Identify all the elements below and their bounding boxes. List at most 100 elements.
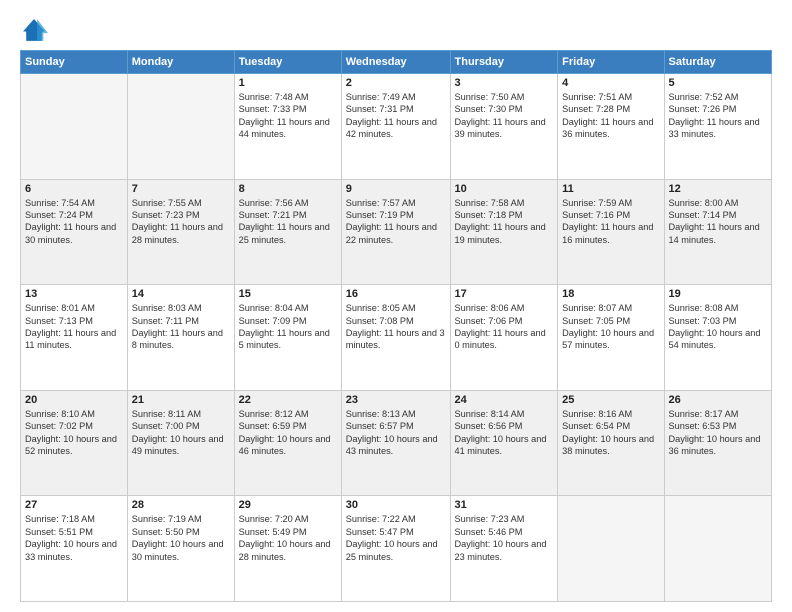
day-info: Sunrise: 8:10 AM Sunset: 7:02 PM Dayligh… [25,408,123,458]
day-number: 15 [239,288,337,300]
day-info: Sunrise: 8:16 AM Sunset: 6:54 PM Dayligh… [562,408,659,458]
day-info: Sunrise: 8:13 AM Sunset: 6:57 PM Dayligh… [346,408,446,458]
calendar-cell: 14 Sunrise: 8:03 AM Sunset: 7:11 PM Dayli… [127,285,234,391]
calendar-cell: 22 Sunrise: 8:12 AM Sunset: 6:59 PM Dayli… [234,390,341,496]
day-number: 6 [25,183,123,195]
day-info: Sunrise: 7:20 AM Sunset: 5:49 PM Dayligh… [239,513,337,563]
day-info: Sunrise: 8:12 AM Sunset: 6:59 PM Dayligh… [239,408,337,458]
day-number: 22 [239,394,337,406]
day-info: Sunrise: 7:48 AM Sunset: 7:33 PM Dayligh… [239,91,337,141]
calendar-table: SundayMondayTuesdayWednesdayThursdayFrid… [20,50,772,602]
calendar-cell: 16 Sunrise: 8:05 AM Sunset: 7:08 PM Dayli… [341,285,450,391]
calendar-cell: 20 Sunrise: 8:10 AM Sunset: 7:02 PM Dayli… [21,390,128,496]
calendar-cell: 28Sunrise: 7:19 AM Sunset: 5:50 PM Dayli… [127,496,234,602]
day-number: 2 [346,77,446,89]
calendar-cell: 27 Sunrise: 7:18 AM Sunset: 5:51 PM Dayli… [21,496,128,602]
calendar-cell [558,496,664,602]
calendar-header-saturday: Saturday [664,51,772,74]
day-info: Sunrise: 8:04 AM Sunset: 7:09 PM Dayligh… [239,302,337,352]
calendar-cell: 19 Sunrise: 8:08 AM Sunset: 7:03 PM Dayli… [664,285,772,391]
day-number: 17 [455,288,554,300]
day-number: 31 [455,499,554,511]
day-number: 26 [669,394,768,406]
day-number: 23 [346,394,446,406]
day-number: 20 [25,394,123,406]
calendar-cell: 10 Sunrise: 7:58 AM Sunset: 7:18 PM Dayli… [450,179,558,285]
day-number: 19 [669,288,768,300]
calendar-header-thursday: Thursday [450,51,558,74]
logo-icon [20,16,48,44]
day-info: Sunrise: 8:05 AM Sunset: 7:08 PM Dayligh… [346,302,446,352]
calendar-cell: 5 Sunrise: 7:52 AM Sunset: 7:26 PM Daylig… [664,74,772,180]
calendar-cell: 26 Sunrise: 8:17 AM Sunset: 6:53 PM Dayli… [664,390,772,496]
day-number: 30 [346,499,446,511]
calendar-cell: 2Sunrise: 7:49 AM Sunset: 7:31 PM Daylig… [341,74,450,180]
calendar-cell: 15 Sunrise: 8:04 AM Sunset: 7:09 PM Dayli… [234,285,341,391]
calendar-cell: 23 Sunrise: 8:13 AM Sunset: 6:57 PM Dayli… [341,390,450,496]
day-number: 5 [669,77,768,89]
calendar-cell [664,496,772,602]
calendar-cell: 11 Sunrise: 7:59 AM Sunset: 7:16 PM Dayli… [558,179,664,285]
calendar-cell: 6 Sunrise: 7:54 AM Sunset: 7:24 PM Daylig… [21,179,128,285]
calendar-header-sunday: Sunday [21,51,128,74]
calendar-cell: 29 Sunrise: 7:20 AM Sunset: 5:49 PM Dayli… [234,496,341,602]
day-info: Sunrise: 8:08 AM Sunset: 7:03 PM Dayligh… [669,302,768,352]
day-info: Sunrise: 8:03 AM Sunset: 7:11 PM Dayligh… [132,302,230,352]
calendar-header-wednesday: Wednesday [341,51,450,74]
day-info: Sunrise: 7:18 AM Sunset: 5:51 PM Dayligh… [25,513,123,563]
day-number: 16 [346,288,446,300]
day-number: 4 [562,77,659,89]
day-number: 29 [239,499,337,511]
calendar-header-monday: Monday [127,51,234,74]
calendar-cell: 4 Sunrise: 7:51 AM Sunset: 7:28 PM Daylig… [558,74,664,180]
day-info: Sunrise: 7:19 AM Sunset: 5:50 PM Dayligh… [132,513,230,563]
day-info: Sunrise: 7:58 AM Sunset: 7:18 PM Dayligh… [455,197,554,247]
day-number: 10 [455,183,554,195]
day-number: 1 [239,77,337,89]
calendar-week-0: 1 Sunrise: 7:48 AM Sunset: 7:33 PM Daylig… [21,74,772,180]
day-info: Sunrise: 7:59 AM Sunset: 7:16 PM Dayligh… [562,197,659,247]
calendar-header-tuesday: Tuesday [234,51,341,74]
calendar-cell: 31 Sunrise: 7:23 AM Sunset: 5:46 PM Dayli… [450,496,558,602]
calendar-cell: 1 Sunrise: 7:48 AM Sunset: 7:33 PM Daylig… [234,74,341,180]
day-info: Sunrise: 7:23 AM Sunset: 5:46 PM Dayligh… [455,513,554,563]
calendar-cell: 13Sunrise: 8:01 AM Sunset: 7:13 PM Dayli… [21,285,128,391]
day-info: Sunrise: 7:57 AM Sunset: 7:19 PM Dayligh… [346,197,446,247]
calendar-cell: 9 Sunrise: 7:57 AM Sunset: 7:19 PM Daylig… [341,179,450,285]
header [20,16,772,44]
calendar-cell: 25 Sunrise: 8:16 AM Sunset: 6:54 PM Dayli… [558,390,664,496]
calendar-cell: 30 Sunrise: 7:22 AM Sunset: 5:47 PM Dayli… [341,496,450,602]
day-number: 7 [132,183,230,195]
day-number: 27 [25,499,123,511]
day-number: 24 [455,394,554,406]
calendar-week-2: 13Sunrise: 8:01 AM Sunset: 7:13 PM Dayli… [21,285,772,391]
day-number: 9 [346,183,446,195]
day-number: 14 [132,288,230,300]
day-info: Sunrise: 7:55 AM Sunset: 7:23 PM Dayligh… [132,197,230,247]
calendar-cell: 17Sunrise: 8:06 AM Sunset: 7:06 PM Dayli… [450,285,558,391]
calendar-cell: 12 Sunrise: 8:00 AM Sunset: 7:14 PM Dayli… [664,179,772,285]
day-info: Sunrise: 7:22 AM Sunset: 5:47 PM Dayligh… [346,513,446,563]
day-info: Sunrise: 8:17 AM Sunset: 6:53 PM Dayligh… [669,408,768,458]
day-number: 25 [562,394,659,406]
calendar-week-1: 6 Sunrise: 7:54 AM Sunset: 7:24 PM Daylig… [21,179,772,285]
day-number: 18 [562,288,659,300]
day-info: Sunrise: 8:07 AM Sunset: 7:05 PM Dayligh… [562,302,659,352]
calendar-header-row: SundayMondayTuesdayWednesdayThursdayFrid… [21,51,772,74]
calendar-cell: 3Sunrise: 7:50 AM Sunset: 7:30 PM Daylig… [450,74,558,180]
calendar-week-3: 20 Sunrise: 8:10 AM Sunset: 7:02 PM Dayli… [21,390,772,496]
calendar-cell: 24 Sunrise: 8:14 AM Sunset: 6:56 PM Dayli… [450,390,558,496]
day-info: Sunrise: 7:54 AM Sunset: 7:24 PM Dayligh… [25,197,123,247]
day-number: 13 [25,288,123,300]
day-info: Sunrise: 7:52 AM Sunset: 7:26 PM Dayligh… [669,91,768,141]
day-info: Sunrise: 8:00 AM Sunset: 7:14 PM Dayligh… [669,197,768,247]
page: SundayMondayTuesdayWednesdayThursdayFrid… [0,0,792,612]
day-info: Sunrise: 7:56 AM Sunset: 7:21 PM Dayligh… [239,197,337,247]
day-info: Sunrise: 7:51 AM Sunset: 7:28 PM Dayligh… [562,91,659,141]
calendar-cell: 7 Sunrise: 7:55 AM Sunset: 7:23 PM Daylig… [127,179,234,285]
calendar-week-4: 27 Sunrise: 7:18 AM Sunset: 5:51 PM Dayli… [21,496,772,602]
day-info: Sunrise: 7:50 AM Sunset: 7:30 PM Dayligh… [455,91,554,141]
day-info: Sunrise: 8:14 AM Sunset: 6:56 PM Dayligh… [455,408,554,458]
day-number: 11 [562,183,659,195]
day-number: 12 [669,183,768,195]
